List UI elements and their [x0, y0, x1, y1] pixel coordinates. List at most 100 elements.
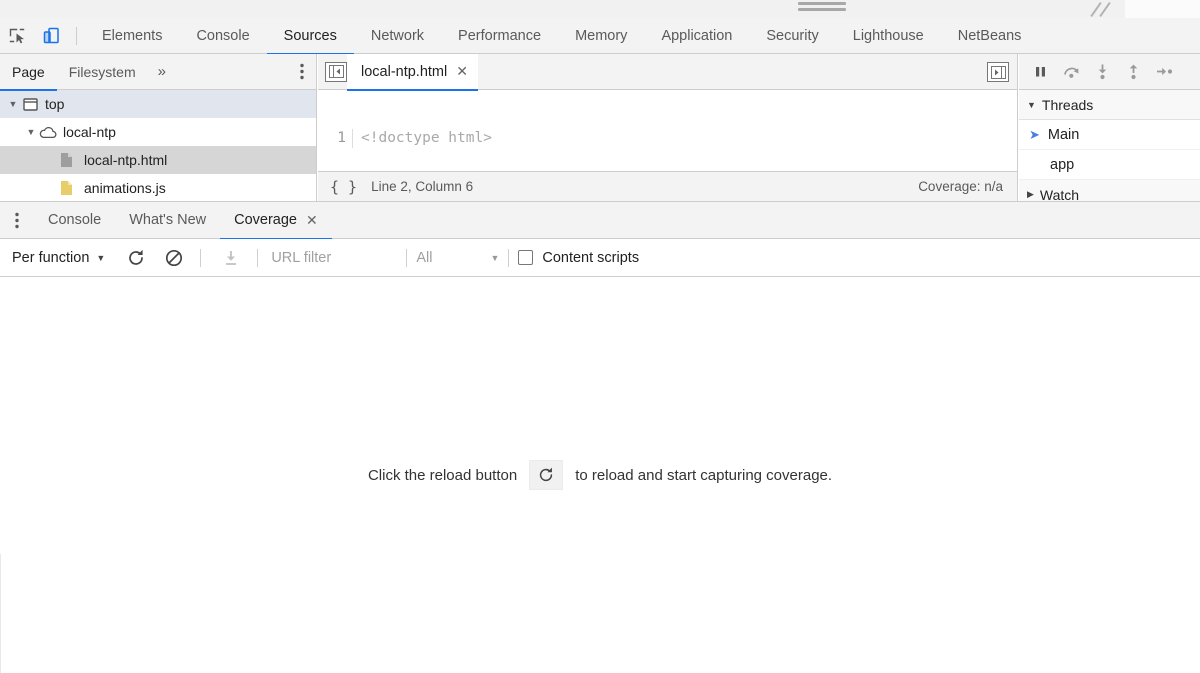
navigator-tabbar: Page Filesystem »	[0, 54, 316, 91]
close-icon[interactable]: ✕	[306, 212, 318, 229]
step-over-button[interactable]	[1056, 57, 1087, 87]
coverage-export-button[interactable]	[214, 241, 248, 275]
tree-item-label: animations.js	[84, 180, 166, 196]
coverage-status: Coverage: n/a	[918, 179, 1003, 194]
drawer-tab-coverage[interactable]: Coverage ✕	[220, 201, 332, 240]
type-filter-label: All	[416, 249, 433, 266]
tab-label: Sources	[283, 27, 337, 44]
pause-script-execution-button[interactable]	[1025, 57, 1056, 87]
tree-item-local-ntp-html[interactable]: local-ntp.html	[0, 146, 316, 174]
tree-item-local-ntp[interactable]: ▼ local-ntp	[0, 118, 316, 146]
step-button[interactable]	[1149, 57, 1180, 87]
url-filter-input[interactable]: URL filter	[267, 250, 397, 266]
tab-elements[interactable]: Elements	[85, 18, 179, 54]
drawer-tab-label: What's New	[129, 212, 207, 228]
tab-lighthouse[interactable]: Lighthouse	[836, 18, 941, 54]
section-label: Threads	[1041, 96, 1094, 113]
cloud-icon	[38, 126, 58, 139]
drawer-tab-whats-new[interactable]: What's New	[115, 201, 220, 239]
content-scripts-label: Content scripts	[542, 249, 640, 266]
editor-tabbar: local-ntp.html ✕	[318, 54, 1017, 91]
coverage-results-pane: Click the reload button to reload and st…	[0, 277, 1200, 673]
chevron-down-icon[interactable]: ▼	[24, 127, 38, 137]
chevron-down-icon: ▼	[490, 252, 500, 263]
coverage-type-filter-select[interactable]: All ▼	[416, 250, 499, 266]
code-viewer[interactable]: 1<!doctype html> 2<html lang="ja" dir="l…	[318, 90, 1017, 164]
collapse-navigator-icon[interactable]	[325, 61, 347, 82]
chevron-down-icon[interactable]: ▼	[6, 99, 20, 109]
editor-tab-local-ntp-html[interactable]: local-ntp.html ✕	[347, 54, 478, 91]
line-number: 1	[318, 129, 353, 148]
code-token: <!doctype html>	[361, 130, 492, 146]
tab-netbeans[interactable]: NetBeans	[941, 18, 1039, 54]
window-drag-strip	[0, 0, 1200, 18]
coverage-empty-state: Click the reload button to reload and st…	[0, 460, 1200, 490]
section-label: Watch	[1039, 186, 1080, 202]
inline-reload-button[interactable]	[529, 460, 564, 490]
tab-label: Network	[370, 27, 425, 44]
coverage-mode-select[interactable]: Per function ▼	[0, 250, 105, 266]
thread-item-main[interactable]: ➤ Main	[1019, 120, 1200, 150]
cursor-position: Line 2, Column 6	[371, 179, 474, 194]
drag-handle[interactable]	[798, 2, 846, 13]
coverage-clear-button[interactable]	[157, 241, 191, 275]
step-into-button[interactable]	[1087, 57, 1118, 87]
html-file-icon	[56, 152, 76, 168]
tab-label: Application	[661, 27, 733, 44]
devtools-window: Elements Console Sources Network Perform…	[0, 0, 1200, 673]
url-filter-placeholder: URL filter	[271, 249, 332, 266]
chevron-down-icon: ▼	[96, 252, 106, 263]
inspect-element-icon[interactable]	[0, 19, 34, 53]
tab-label: Lighthouse	[852, 27, 924, 44]
tab-performance[interactable]: Performance	[441, 18, 558, 54]
tab-application[interactable]: Application	[644, 18, 749, 54]
resize-grip[interactable]	[1085, 0, 1125, 18]
frame-icon	[20, 97, 40, 111]
tab-console[interactable]: Console	[179, 18, 266, 54]
chevron-double-right-icon[interactable]: »	[148, 63, 176, 80]
tab-label: NetBeans	[957, 27, 1022, 44]
more-tools-icon[interactable]	[0, 212, 34, 229]
tab-label: Console	[196, 27, 250, 44]
thread-item-app[interactable]: app	[1019, 150, 1200, 180]
thread-label: Main	[1047, 126, 1080, 143]
current-thread-marker-icon: ➤	[1029, 126, 1040, 142]
thread-label: app	[1050, 156, 1075, 173]
tree-item-top[interactable]: ▼ top	[0, 90, 316, 118]
nav-tab-label: Page	[12, 63, 45, 80]
tree-item-label: local-ntp	[63, 124, 116, 140]
coverage-mode-label: Per function	[12, 249, 90, 266]
tab-memory[interactable]: Memory	[558, 18, 644, 54]
tab-security[interactable]: Security	[749, 18, 835, 54]
editor-tab-label: local-ntp.html	[361, 63, 448, 80]
tree-item-animations-js[interactable]: animations.js	[0, 174, 316, 201]
more-options-icon[interactable]	[300, 63, 304, 85]
pretty-print-icon[interactable]: { }	[330, 178, 357, 196]
drawer-tab-console[interactable]: Console	[34, 201, 115, 239]
panel-tabs: Elements Console Sources Network Perform…	[85, 18, 1039, 55]
debugger-section-threads[interactable]: ▼ Threads	[1019, 90, 1200, 120]
debugger-toolbar	[1019, 54, 1200, 90]
coverage-reload-button[interactable]	[119, 241, 153, 275]
toolbar-divider	[257, 248, 259, 267]
tab-label: Performance	[458, 27, 542, 44]
empty-state-text-before: Click the reload button	[367, 466, 518, 484]
device-toolbar-icon[interactable]	[34, 19, 68, 53]
navigator-tab-page[interactable]: Page	[0, 54, 57, 91]
content-scripts-checkbox[interactable]	[518, 250, 534, 265]
toolbar-divider	[508, 248, 510, 267]
drawer-tab-label: Coverage	[234, 212, 297, 228]
expand-debugger-icon[interactable]	[987, 62, 1009, 82]
navigator-pane: Page Filesystem » ▼ top ▼ local-ntp loca…	[0, 54, 317, 201]
editor-status-bar: { } Line 2, Column 6 Coverage: n/a	[318, 171, 1017, 201]
tab-sources[interactable]: Sources	[266, 18, 355, 55]
close-icon[interactable]: ✕	[456, 63, 468, 80]
content-scripts-checkbox-row[interactable]: Content scripts	[518, 250, 639, 266]
tab-network[interactable]: Network	[354, 18, 441, 54]
chevron-down-icon: ▼	[1027, 99, 1036, 110]
navigator-tab-filesystem[interactable]: Filesystem	[57, 54, 148, 90]
step-out-button[interactable]	[1118, 57, 1149, 87]
debugger-section-watch[interactable]: ▶ Watch	[1019, 180, 1200, 201]
strip-right-filler	[1125, 0, 1200, 18]
tree-item-label: local-ntp.html	[84, 152, 168, 168]
